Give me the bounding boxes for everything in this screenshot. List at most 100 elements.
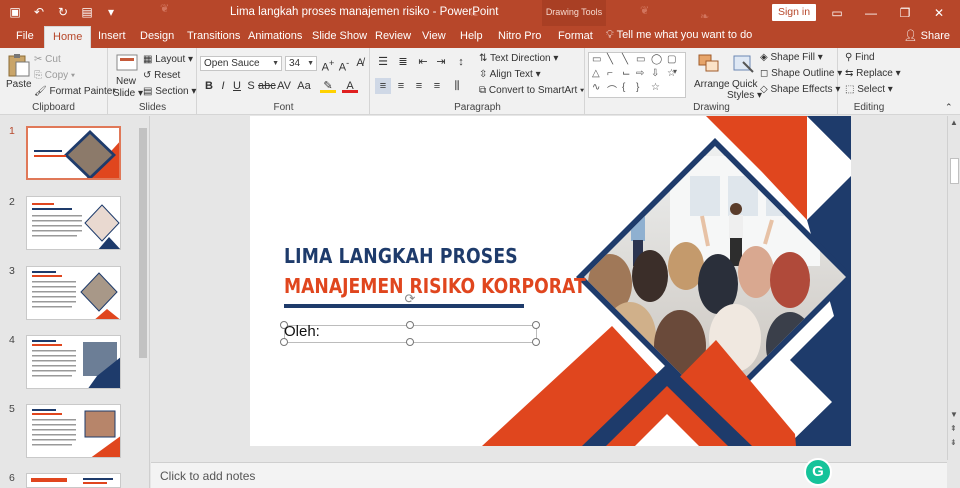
tab-design[interactable]: Design [132,26,182,48]
quick-styles-label-2[interactable]: Styles ▾ [727,90,762,101]
slide-thumbnail-4[interactable] [26,335,121,389]
resize-handle[interactable] [406,338,414,346]
change-case-icon[interactable]: Aa [296,78,312,94]
rotate-handle-icon[interactable]: ⟳ [403,292,417,306]
corner-shape-icon[interactable]: ⌐ [607,68,613,79]
slide-thumbnail-2[interactable] [26,196,121,250]
tab-view[interactable]: View [414,26,454,48]
new-slide-label[interactable]: New [116,76,136,87]
collapse-ribbon-icon[interactable]: ⌃ [945,102,953,113]
text-box-shape-icon[interactable]: ▭ [592,54,601,65]
paste-label[interactable]: Paste [6,79,32,90]
previous-slide-icon[interactable]: ⇞ [950,424,957,433]
curve-shape-icon[interactable]: ∿ [592,82,600,93]
resize-handle[interactable] [532,321,540,329]
save-icon[interactable]: ▣ [6,3,24,21]
notes-placeholder[interactable]: Click to add notes [160,469,255,483]
arrow-down-shape-icon[interactable]: ⇩ [651,68,659,79]
brace-shape-icon[interactable]: { [622,82,625,93]
increase-font-icon[interactable]: A+ [320,55,336,74]
strikethrough-icon[interactable]: abc [258,78,276,94]
increase-indent-icon[interactable]: ⇥ [433,54,449,70]
scrollbar-thumb[interactable] [950,158,959,184]
highlight-icon[interactable]: ✎ [320,78,336,93]
tab-review[interactable]: Review [367,26,419,48]
quick-styles-icon[interactable] [731,52,757,76]
grammarly-icon[interactable]: G [804,458,832,486]
oval-shape-icon[interactable]: ◯ [651,54,662,65]
slide-subtitle[interactable]: Oleh: [284,323,320,340]
tab-file[interactable]: File [8,26,42,48]
tell-me-search[interactable]: 💡︎ Tell me what you want to do [606,29,752,42]
align-right-icon[interactable]: ≡ [411,78,427,94]
character-spacing-icon[interactable]: AV [276,78,292,94]
scrollbar-thumb[interactable] [139,128,147,358]
tab-transitions[interactable]: Transitions [179,26,248,48]
font-color-icon[interactable]: A [342,78,358,93]
decrease-font-icon[interactable]: A- [336,55,352,74]
decrease-indent-icon[interactable]: ⇤ [415,54,431,70]
convert-smartart-button[interactable]: ⧉ Convert to SmartArt ▾ [479,85,584,96]
share-button[interactable]: 👤︎ Share [904,29,950,42]
tab-animations[interactable]: Animations [240,26,310,48]
new-slide-label-2[interactable]: Slide ▾ [113,88,143,99]
thumbnails-scrollbar[interactable] [137,116,149,488]
align-left-icon[interactable]: ≡ [375,78,391,94]
next-slide-icon[interactable]: ⇟ [950,438,957,447]
font-size-combo[interactable]: 34 ▼ [285,56,317,71]
arc-shape-icon[interactable]: ⌒ [607,82,617,97]
editor-scrollbar[interactable]: ▲ ▼ ⇞ ⇟ [947,116,960,460]
slide-thumbnail-3[interactable] [26,266,121,320]
reset-button[interactable]: ↺ Reset [143,70,180,81]
star-shape-icon[interactable]: ☆ [651,82,660,93]
format-painter-button[interactable]: 🖌︎ Format Painter [34,86,116,97]
undo-icon[interactable]: ↶ [30,3,48,21]
arrange-icon[interactable] [696,52,722,76]
slide-title-line-2[interactable]: MANAJEMEN RISIKO KORPORAT [284,274,586,298]
cut-button[interactable]: ✂ Cut [34,54,61,65]
tab-insert[interactable]: Insert [90,26,134,48]
tab-home[interactable]: Home [44,26,92,48]
paste-icon[interactable] [5,53,31,77]
rectangle-shape-icon[interactable]: ▭ [636,54,645,65]
section-button[interactable]: ▤ Section ▾ [143,86,196,97]
start-slideshow-icon[interactable]: ▤ [78,3,96,21]
slide-canvas[interactable]: LIMA LANGKAH PROSES MANAJEMEN RISIKO KOR… [250,116,851,446]
slide-thumbnail-6[interactable] [26,473,121,488]
quick-styles-label[interactable]: Quick [732,79,758,90]
arrow-right-shape-icon[interactable]: ⇨ [636,68,644,79]
tab-help[interactable]: Help [452,26,491,48]
line-shape-icon[interactable]: ╲ [607,54,613,65]
resize-handle[interactable] [406,321,414,329]
align-text-button[interactable]: ⇳ Align Text ▾ [479,69,541,80]
shadow-icon[interactable]: S [243,78,259,94]
select-button[interactable]: ⬚ Select ▾ [845,84,893,95]
justify-icon[interactable]: ≡ [429,78,445,94]
scroll-down-icon[interactable]: ▼ [950,410,958,419]
shape-effects-button[interactable]: ◇ Shape Effects ▾ [760,84,840,95]
new-slide-icon[interactable] [114,51,140,75]
tab-nitro-pro[interactable]: Nitro Pro [490,26,549,48]
font-family-combo[interactable]: Open Sauce ▼ [200,56,282,71]
clear-formatting-icon[interactable]: A̸ [352,55,368,71]
resize-handle[interactable] [532,338,540,346]
restore-icon[interactable]: ❐ [888,2,922,24]
more-shapes-icon[interactable]: ▾ [673,67,677,76]
text-direction-button[interactable]: ⇅ Text Direction ▾ [479,53,558,64]
align-center-icon[interactable]: ≡ [393,78,409,94]
customize-qat-icon[interactable]: ▾ [102,3,120,21]
slide-thumbnail-5[interactable] [26,404,121,458]
redo-icon[interactable]: ↻ [54,3,72,21]
rounded-rect-shape-icon[interactable]: ▢ [667,54,676,65]
sign-in-button[interactable]: Sign in [772,4,816,21]
replace-button[interactable]: ⇆ Replace ▾ [845,68,901,79]
ribbon-display-icon[interactable]: ▭ [820,2,854,24]
tab-slide-show[interactable]: Slide Show [304,26,375,48]
tab-format[interactable]: Format [550,26,601,48]
line-spacing-icon[interactable]: ↕ [453,54,469,70]
elbow-shape-icon[interactable]: ⌙ [622,68,630,79]
shapes-gallery[interactable]: ▭ ╲ ╲ ▭ ◯ ▢ △ ⌐ ⌙ ⇨ ⇩ ☆ ∿ ⌒ { } ☆ ▾ [588,52,686,98]
arrange-label[interactable]: Arrange [694,79,730,90]
minimize-icon[interactable]: — [854,2,888,24]
numbering-icon[interactable]: ≣ [395,54,411,70]
